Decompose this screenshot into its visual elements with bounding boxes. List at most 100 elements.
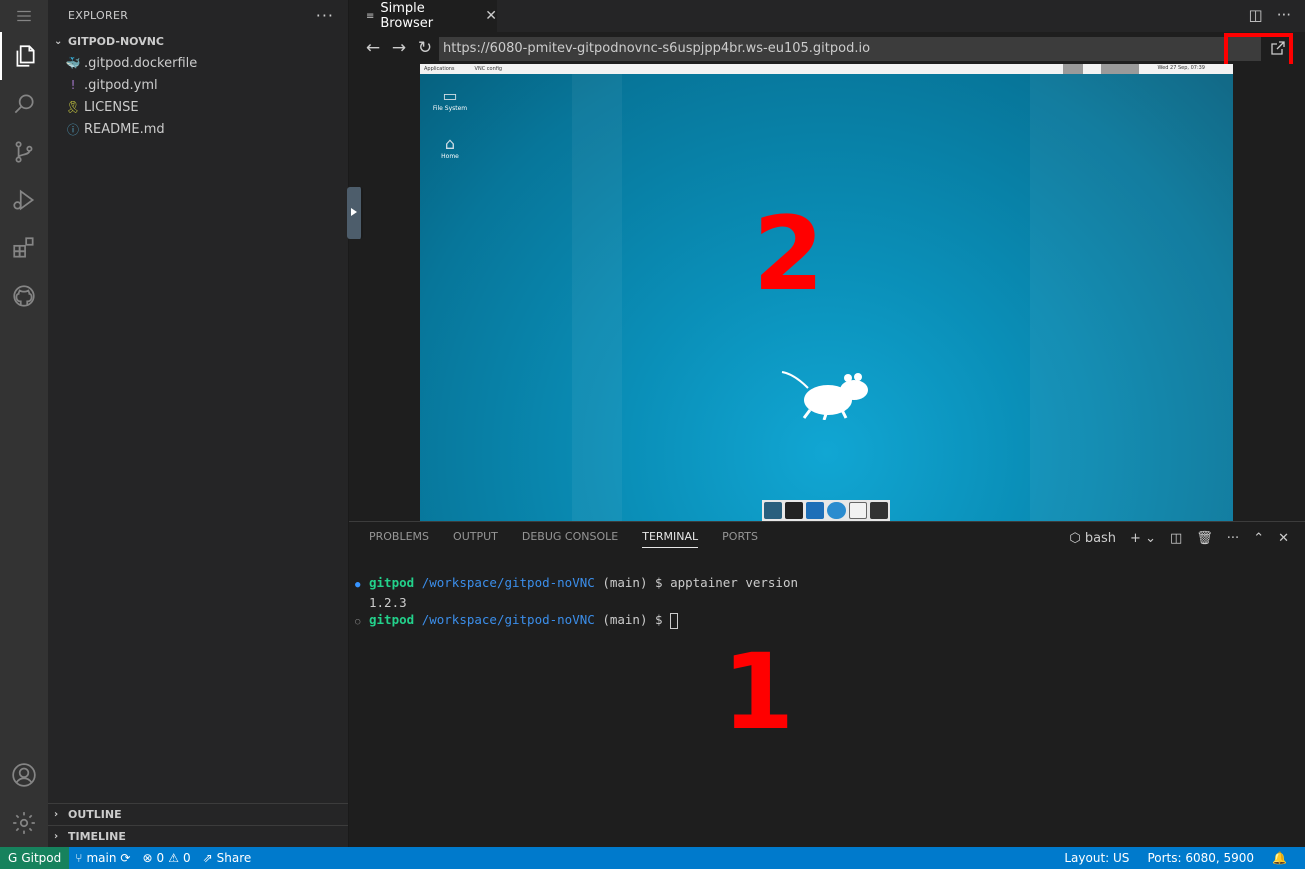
close-panel-icon[interactable]: ✕ (1278, 531, 1289, 546)
terminal-profile[interactable]: ⬡ bash (1069, 531, 1116, 546)
search-icon[interactable] (0, 80, 48, 128)
file-item[interactable]: ! .gitpod.yml (48, 74, 348, 96)
browser-viewport: Applications VNC config Wed 27 Sep, 07:3… (347, 64, 1305, 521)
keyboard-layout[interactable]: Layout: US (1058, 847, 1135, 869)
more-actions-icon[interactable]: ··· (316, 6, 334, 25)
share-status[interactable]: ⇗ Share (197, 847, 258, 869)
ports-status[interactable]: Ports: 6080, 5900 (1141, 847, 1260, 869)
account-icon[interactable] (0, 751, 48, 799)
maximize-panel-icon[interactable]: ⌃ (1253, 531, 1264, 546)
home-icon: ⌂ (444, 134, 456, 153)
remote-desktop[interactable]: Applications VNC config Wed 27 Sep, 07:3… (420, 64, 1233, 521)
panel-tab-list: PROBLEMS OUTPUT DEBUG CONSOLE TERMINAL PORTS (369, 530, 758, 548)
timeline-section[interactable]: › TIMELINE (48, 825, 348, 847)
file-name: .gitpod.dockerfile (84, 55, 198, 71)
file-item[interactable]: 🐳 .gitpod.dockerfile (48, 52, 348, 74)
terminal-output[interactable]: ● gitpod /workspace/gitpod-noVNC (main) $… (355, 574, 798, 631)
bottom-panel: PROBLEMS OUTPUT DEBUG CONSOLE TERMINAL PORTS… (349, 521, 1305, 847)
taskbar-item[interactable]: VNC config (475, 66, 503, 72)
file-system-desktop-icon[interactable]: ▭ File System (430, 86, 470, 112)
gitpod-icon: G (8, 851, 18, 865)
extensions-icon[interactable] (0, 224, 48, 272)
error-icon: ⊗ (142, 851, 153, 865)
more-actions-icon[interactable]: ··· (1227, 531, 1239, 546)
preview-icon: ≡ (366, 10, 375, 22)
problems-status[interactable]: ⊗ 0 ⚠ 0 (136, 847, 196, 869)
new-terminal-icon[interactable]: + ⌄ (1130, 531, 1156, 546)
browser-toolbar: ← → ↻ https://6080-pmitev-gitpodnovnc-s6… (349, 32, 1305, 81)
file-manager-icon[interactable] (806, 502, 825, 519)
xfce-mouse-logo-icon (781, 371, 868, 420)
home-desktop-icon[interactable]: ⌂ Home (430, 134, 470, 160)
status-bar: G Gitpod ⑂ main ⟳ ⊗ 0 ⚠ 0 ⇗ Share Layout… (0, 847, 1305, 869)
notifications-bell-icon[interactable]: 🔔 (1266, 847, 1293, 869)
xfce-dock (762, 500, 890, 521)
xfce-top-panel: Applications VNC config Wed 27 Sep, 07:3… (420, 64, 1233, 74)
source-control-icon[interactable] (0, 128, 48, 176)
tab-output[interactable]: OUTPUT (453, 530, 498, 548)
close-icon[interactable]: ✕ (485, 8, 497, 24)
tab-label: Simple Browser (380, 1, 434, 31)
outline-label: OUTLINE (68, 808, 122, 821)
exclamation-icon: ! (70, 78, 76, 92)
folder-section[interactable]: ⌄ GITPOD-NOVNC (48, 30, 348, 52)
file-list: 🐳 .gitpod.dockerfile! .gitpod.yml 🎗 LICENSE ⓘ… (48, 52, 348, 140)
drive-icon: ▭ (442, 86, 458, 105)
split-editor-icon[interactable]: ◫ (1249, 6, 1263, 24)
more-actions-icon[interactable]: ··· (1277, 6, 1291, 24)
split-terminal-icon[interactable]: ◫ (1170, 531, 1182, 546)
branch-status[interactable]: ⑂ main ⟳ (69, 847, 136, 869)
file-item[interactable]: 🎗 LICENSE (48, 96, 348, 118)
terminal-line: 1.2.3 (369, 595, 407, 610)
run-debug-icon[interactable] (0, 176, 48, 224)
chevron-right-icon: › (54, 831, 59, 842)
timeline-label: TIMELINE (68, 830, 126, 843)
outline-section[interactable]: › OUTLINE (48, 803, 348, 825)
web-browser-icon[interactable] (827, 502, 846, 519)
url-input[interactable]: https://6080-pmitev-gitpodnovnc-s6uspjpp… (439, 37, 1261, 61)
shell-icon: ⬡ (1069, 531, 1081, 546)
license-icon: 🎗 (65, 100, 81, 114)
reload-icon[interactable]: ↻ (414, 37, 436, 59)
share-icon: ⇗ (202, 851, 213, 865)
branch-icon: ⑂ (75, 851, 83, 865)
show-desktop-icon[interactable] (764, 502, 783, 519)
folder-icon[interactable] (869, 502, 889, 519)
chevron-down-icon: ⌄ (54, 35, 63, 47)
forward-arrow-icon[interactable]: → (388, 37, 410, 59)
settings-gear-icon[interactable] (0, 799, 48, 847)
applications-menu[interactable]: Applications (424, 66, 455, 72)
kill-terminal-icon[interactable]: 🗑 (1196, 531, 1213, 546)
folder-name: GITPOD-NOVNC (68, 34, 164, 48)
tab-ports[interactable]: PORTS (722, 530, 758, 548)
tab-terminal[interactable]: TERMINAL (642, 530, 699, 548)
activity-bar (0, 0, 48, 847)
file-name: LICENSE (84, 99, 139, 115)
remote-indicator[interactable]: G Gitpod (0, 847, 70, 869)
command-pending-icon: ○ (355, 617, 361, 627)
tab-simple-browser[interactable]: ≡ Simple Browser ✕ (349, 0, 497, 32)
editor-actions: ◫ ··· (1249, 6, 1292, 24)
explorer-header: EXPLORER ··· (48, 0, 348, 30)
back-arrow-icon[interactable]: ← (362, 37, 384, 59)
chevron-right-icon: › (54, 809, 59, 820)
menu-icon[interactable] (0, 0, 48, 32)
github-icon[interactable] (0, 272, 48, 320)
app-finder-icon[interactable] (848, 502, 867, 519)
tab-debug-console[interactable]: DEBUG CONSOLE (522, 530, 618, 548)
file-name: README.md (84, 121, 165, 137)
tab-problems[interactable]: PROBLEMS (369, 530, 429, 548)
novnc-sidebar-handle[interactable] (347, 187, 363, 239)
info-icon: ⓘ (66, 122, 79, 137)
explorer-icon[interactable] (0, 32, 48, 80)
terminal-line: ○ gitpod /workspace/gitpod-noVNC (main) $ (355, 611, 798, 631)
explorer-title: EXPLORER (68, 8, 129, 22)
terminal-cursor (670, 612, 679, 629)
sync-icon[interactable]: ⟳ (120, 851, 130, 865)
file-item[interactable]: ⓘ README.md (48, 118, 348, 140)
terminal-icon[interactable] (785, 502, 804, 519)
annotation-number-1: 1 (722, 631, 795, 753)
panel-actions: ⬡ bash + ⌄ ◫ 🗑 ··· ⌃ ✕ (1069, 531, 1289, 546)
editor-tab-strip: ≡ Simple Browser ✕ ◫ ··· (349, 0, 1305, 32)
docker-icon: 🐳 (65, 56, 81, 70)
